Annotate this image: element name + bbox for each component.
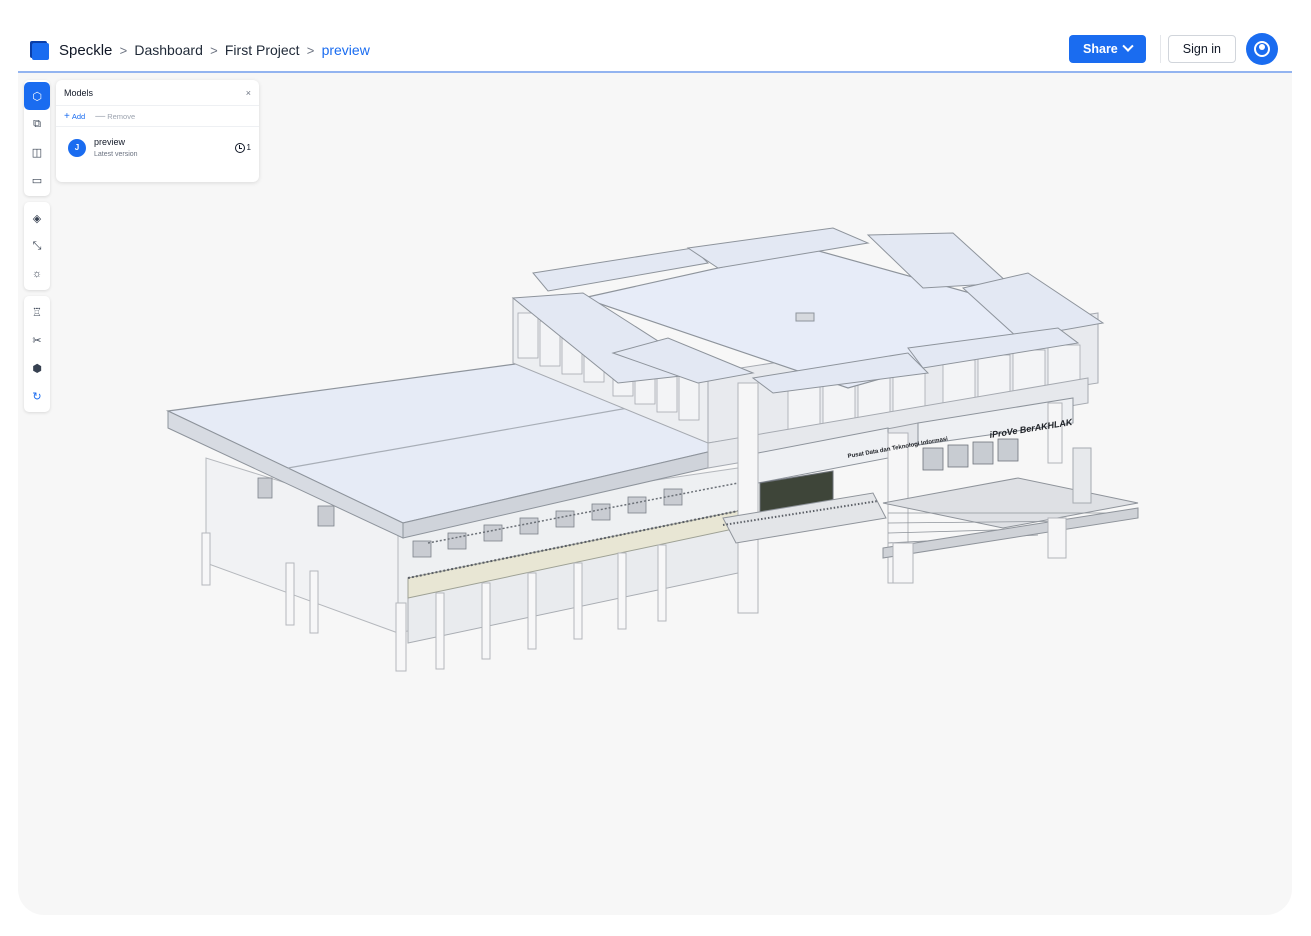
models-panel-header: Models × [56,80,259,106]
plus-icon: + [64,110,70,122]
zoom-extents-icon[interactable]: ⤡ [24,232,50,260]
version-count: 1 [246,143,251,152]
toolbar-group-view: ◈ ⤡ ☼ [24,202,50,290]
explode-icon[interactable]: ♖ [24,298,50,326]
remove-label: Remove [107,111,136,121]
top-bar: Speckle > Dashboard > First Project > pr… [18,28,1292,72]
light-sun-icon[interactable]: ☼ [24,260,50,288]
breadcrumb-brand[interactable]: Speckle [59,42,112,59]
toolbar-group-tools: ♖ ✂ ⬢ ↻ [24,296,50,412]
chevron-right-icon: > [210,42,218,58]
sign-in-button[interactable]: Sign in [1167,35,1236,63]
viewer-canvas[interactable]: Pusat Data dan Teknologi Informasi iProV… [18,71,1292,915]
remove-model-button[interactable]: — Remove [95,111,135,122]
clock-icon [234,142,245,153]
models-panel-actions: + Add — Remove [56,106,259,127]
version-history-button[interactable]: 1 [234,142,251,153]
add-label: Add [71,111,86,121]
add-model-button[interactable]: + Add [64,111,85,122]
chevron-right-icon: > [306,42,315,58]
models-panel: Models × + Add — Remove J preview Latest… [56,80,259,182]
user-avatar-icon[interactable] [1246,33,1278,65]
model-name: preview [94,137,126,147]
breadcrumb-model[interactable]: preview [322,42,370,58]
building-3d-model[interactable]: Pusat Data dan Teknologi Informasi iProV… [18,73,1292,915]
chevron-right-icon: > [119,42,128,58]
models-panel-title: Models [64,87,94,98]
minus-icon: — [95,110,106,122]
share-label: Share [1083,42,1118,56]
model-author-avatar: J [68,138,86,157]
model-version-label: Latest version [94,151,138,158]
breadcrumb: Speckle > Dashboard > First Project > pr… [59,42,370,59]
divider [1159,35,1161,63]
reset-spin-icon[interactable]: ↻ [24,382,50,410]
toolbar-group-panels: ⬡ ⧉ ◫ ▭ [24,80,50,196]
share-button[interactable]: Share [1069,35,1146,63]
measure-ruler-icon[interactable]: ▭ [24,166,50,194]
views-camera-icon[interactable]: ◈ [24,204,50,232]
breadcrumb-project[interactable]: First Project [225,42,300,58]
models-cube-icon[interactable]: ⬡ [24,82,50,110]
filters-cubes-icon[interactable]: ⬢ [24,354,50,382]
section-scissors-icon[interactable]: ✂ [24,326,50,354]
viewer-toolbar: ⬡ ⧉ ◫ ▭ ◈ ⤡ ☼ ♖ ✂ ⬢ ↻ [24,80,50,418]
discussions-icon[interactable]: ◫ [24,138,50,166]
speckle-logo-icon[interactable] [30,40,50,60]
model-list-item[interactable]: J preview Latest version 1 [56,127,259,158]
breadcrumb-dashboard[interactable]: Dashboard [134,42,203,58]
close-icon[interactable]: × [246,88,251,98]
scene-tree-icon[interactable]: ⧉ [24,110,50,138]
chevron-down-icon [1122,40,1134,52]
